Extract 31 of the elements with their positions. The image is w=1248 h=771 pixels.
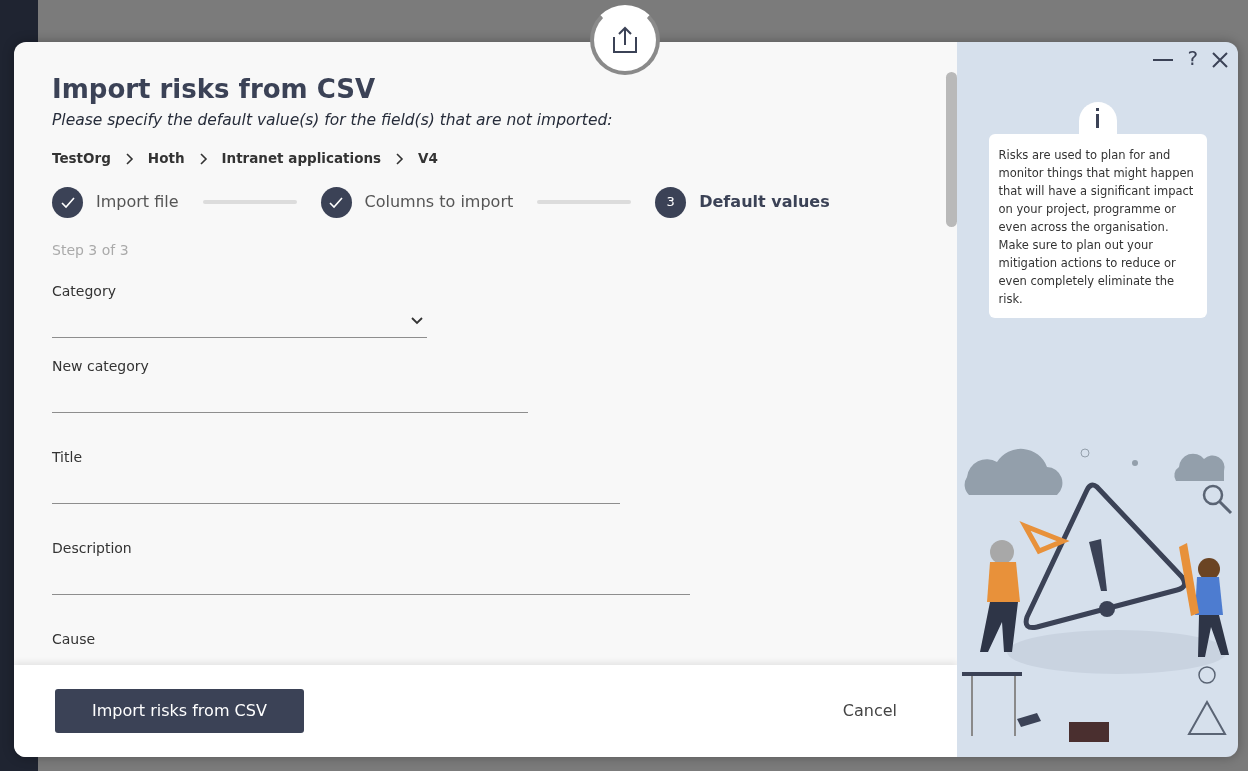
info-icon — [1095, 107, 1100, 129]
field-label: Title — [52, 447, 83, 467]
cancel-button[interactable]: Cancel — [836, 698, 903, 724]
breadcrumb-link[interactable]: Hoth — [147, 148, 185, 169]
field-label: Cause — [52, 629, 97, 649]
instruction-text: Please specify the default value(s) for the field(s) that are not imported: — [52, 110, 614, 132]
import-button[interactable]: Import risks from CSV — [55, 689, 304, 733]
check-icon — [328, 195, 345, 209]
step-label: Import file — [96, 191, 179, 214]
step-counter: Step 3 of 3 — [52, 240, 130, 260]
field-label: New category — [52, 356, 150, 376]
breadcrumb-link[interactable]: V4 — [418, 148, 438, 169]
field-label: Description — [52, 538, 133, 558]
check-icon — [59, 195, 76, 209]
field-label: Category — [52, 281, 117, 301]
minimize-icon — [1153, 57, 1174, 62]
info-text: Risks are used to plan for and monitor things that might happen that will have a significant impact on your project, programme or even across the organisation. Make sure to plan out your mitigation actions to reduce or even completely eliminate the risk. — [988, 134, 1207, 318]
breadcrumb-link[interactable]: Intranet applications — [221, 148, 382, 169]
upload-icon — [610, 25, 640, 55]
step-number: 3 — [655, 186, 687, 218]
chevron-icon — [395, 152, 405, 165]
scrollbar[interactable] — [946, 72, 957, 227]
step-label: Default values — [699, 191, 830, 214]
dialog-title: Import risks from CSV — [52, 74, 377, 106]
chevron-icon — [198, 152, 208, 165]
help-button[interactable]: ? — [1187, 48, 1198, 68]
chevron-down-icon — [411, 317, 423, 326]
close-icon — [1212, 51, 1228, 68]
chevron-icon — [124, 152, 134, 165]
breadcrumb-link[interactable]: TestOrg — [52, 148, 111, 169]
step-label: Columns to import — [364, 191, 514, 214]
